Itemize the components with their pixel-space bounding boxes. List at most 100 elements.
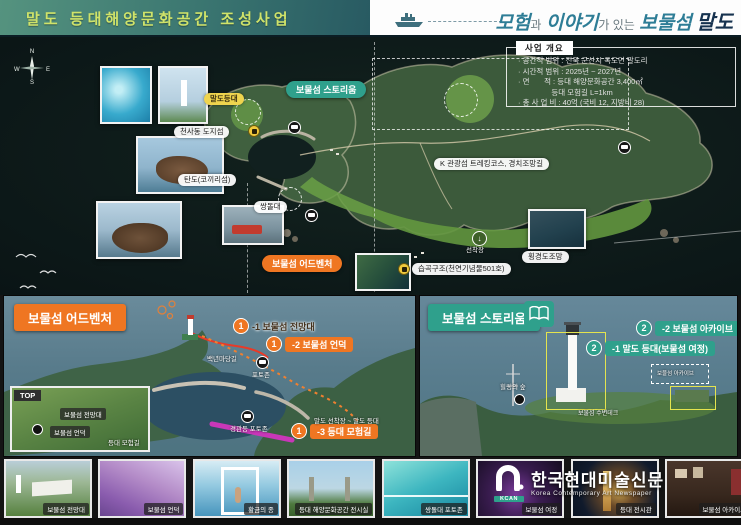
inset-photo-lighthouse [158, 66, 208, 124]
adventure-route-note: 말도 선착장 ~ 말도 등대 [314, 418, 379, 426]
project-overview-title: 사업 개요 [516, 41, 573, 55]
photo-pillar-shape [345, 477, 350, 501]
camera-icon [618, 141, 631, 154]
map-label-lighthouse: 말도등대 [204, 93, 244, 105]
inset-top-tab: TOP [14, 390, 41, 401]
compass-n: N [14, 49, 50, 56]
title-word4: 말도 [696, 12, 733, 34]
newspaper-subtitle: Korea Contemporary Art Newspaper [531, 490, 664, 497]
book-icon [524, 301, 554, 327]
gallery-caption: 등대 전시관 [616, 503, 656, 515]
spot-number: 1 [291, 423, 307, 439]
spot-label: 등대 모험길 [328, 427, 372, 437]
bottom-bar [0, 518, 741, 525]
map-label-tando: 탄도(코끼리섬) [178, 174, 236, 186]
storium-spot-2: 2 -2 보물섬 아카이브 [636, 320, 737, 336]
gallery-caption: 보물섬 아카이브 [699, 503, 741, 515]
adventure-spot-2: 1 -2 보물섬 언덕 [266, 336, 353, 352]
adventure-photozone2: 경관등 포토존 [230, 426, 268, 434]
title-word1: 모험 [495, 13, 530, 34]
archive-dashed-box: 보물섬 아카이브 [651, 364, 709, 384]
spot-number: 2 [586, 340, 602, 356]
spot-suffix: -2 [292, 340, 300, 350]
map-label-trail: K 관광섬 트레킹코스, 경치조망길 [434, 158, 549, 170]
spot-label: 보물섬 전망대 [263, 322, 315, 332]
map-label-dock: 선착장 [466, 247, 484, 255]
adventure-title: 보물섬 어드벤처 [14, 304, 126, 331]
gallery-photo-pool: 쌍돌대 포토존 [382, 459, 470, 518]
adventure-trail-note: 백년마당길 [207, 356, 237, 364]
gallery-caption: 등대 해양문화공간 전시실 [295, 503, 372, 515]
photo-pillar-shape [309, 477, 314, 501]
map-label-ssangdol: 쌍돌대 [254, 201, 287, 213]
gallery-photo-exhibit-garden: 등대 해양문화공간 전시실 [287, 459, 375, 518]
photo-pool-edge-shape [384, 495, 470, 497]
inset-label-observatory: 보물섬 전망대 [60, 408, 106, 420]
storium-spot-1: 2 -1 말도 등대(보물섬 여정) [586, 340, 715, 356]
spot-label: 보물섬 언덕 [303, 340, 347, 350]
spot-number: 1 [233, 318, 249, 334]
camera-icon [305, 209, 318, 222]
storium-waterside-label: 보물섬 수변데크 [578, 410, 618, 418]
spot-number: 1 [266, 336, 282, 352]
overview-line: · 시간적 범위 : 2025년 ~ 2027년 [518, 67, 648, 78]
inset-lighthouse-tower [181, 80, 187, 106]
gallery-caption: 쌍돌대 포토존 [421, 503, 467, 515]
compass-s: S [14, 80, 50, 87]
poster-root: 말도 등대해양문화공간 조성사업 모험과 이야기가 있는 보물섬 말도 [0, 0, 741, 525]
adventure-photozone1: 포토존 [252, 372, 270, 380]
overview-line: · 총 사 업 비 : 40억 (국비 12, 지방비 28) [518, 98, 648, 109]
location-pin-icon [514, 394, 525, 405]
photo-building-shape [32, 480, 72, 497]
inset-label-trail: 등대 모험길 [108, 440, 140, 448]
kcan-mark-icon [494, 465, 524, 491]
compass-w: W [14, 67, 20, 74]
title-word2: 이야기 [546, 13, 598, 34]
inset-label-hill: 보물섬 언덕 [50, 426, 90, 438]
monument-icon [248, 125, 260, 137]
spot-suffix: -3 [317, 427, 325, 437]
lighthouse-site-circle [444, 83, 478, 117]
overview-line: · 면 적 : 등대 해양문화공간 3,400㎡ [518, 77, 648, 88]
map-label-hoenggyeongdo: 횡경도조망 [522, 251, 569, 263]
adventure-top-inset: TOP 보물섬 전망대 보물섬 언덕 등대 모험길 [10, 386, 150, 452]
storium-panel: 보물섬 스토리움 보물섬 아카이브 2 -1 말도 등대(보물섬 여정) 2 -… [420, 296, 737, 456]
adventure-panel: 보물섬 어드벤처 1 -1 보물섬 전망대 1 -2 보물섬 언덕 1 -3 등… [4, 296, 415, 456]
gallery-photo-hill: 보물섬 언덕 [98, 459, 186, 518]
spot-suffix: -1 [252, 322, 260, 332]
dock-arrow-icon: ↓ [472, 231, 487, 246]
title-conj1: 과 [530, 18, 541, 32]
overview-line: · 공간적 범위 : 전북 군산시 옥도면 말도리 [518, 56, 648, 67]
camera-icon [288, 121, 301, 134]
gallery-photo-observatory: 보물섬 전망대 [4, 459, 92, 518]
inset-photo-blue-pools [100, 66, 152, 124]
compass-rose: N W E S [14, 49, 50, 87]
newspaper-logo: KCAN 한국현대미술신문 Korea Contemporary Art New… [494, 465, 736, 502]
map-zone-adventure: 보물섬 어드벤처 [262, 255, 342, 272]
compass-e: E [46, 67, 50, 74]
overview-line: 등대 모험길 L=1km [518, 88, 648, 99]
gallery-caption: 황금의 종 [244, 503, 278, 515]
gallery-caption: 보물섬 언덕 [144, 503, 184, 515]
map-label-fold: 습곡구조(천연기념물501호) [412, 263, 511, 275]
newspaper-title: 한국현대미술신문 [531, 471, 664, 490]
spot-suffix: -1 [612, 344, 620, 354]
title-conj2: 가 있는 [598, 18, 634, 32]
ship-dashed-line [428, 21, 502, 22]
project-badge: 말도 등대해양문화공간 조성사업 [0, 0, 370, 36]
inset-breakwater-structure [232, 225, 262, 234]
map-zone-storium: 보물섬 스토리움 [286, 81, 366, 98]
photo-lighthouse-shape [16, 475, 21, 493]
project-badge-text: 말도 등대해양문화공간 조성사업 [26, 8, 292, 29]
gallery-photo-bell: 황금의 종 [193, 459, 281, 518]
spot-suffix: -2 [662, 324, 670, 334]
main-title: 모험과 이야기가 있는 보물섬 말도 [495, 6, 733, 35]
camera-icon [256, 356, 269, 369]
archive-highlight-box [670, 386, 716, 410]
spot-label: 말도 등대(보물섬 여정) [623, 344, 709, 354]
project-overview-lines: · 공간적 범위 : 전북 군산시 옥도면 말도리 · 시간적 범위 : 202… [518, 56, 648, 109]
storium-forest-label: 힐링의 숲 [500, 384, 526, 392]
gallery-caption: 보물섬 전망대 [43, 503, 89, 515]
kcan-badge: KCAN [494, 496, 524, 502]
photo-person-shape [235, 487, 241, 503]
